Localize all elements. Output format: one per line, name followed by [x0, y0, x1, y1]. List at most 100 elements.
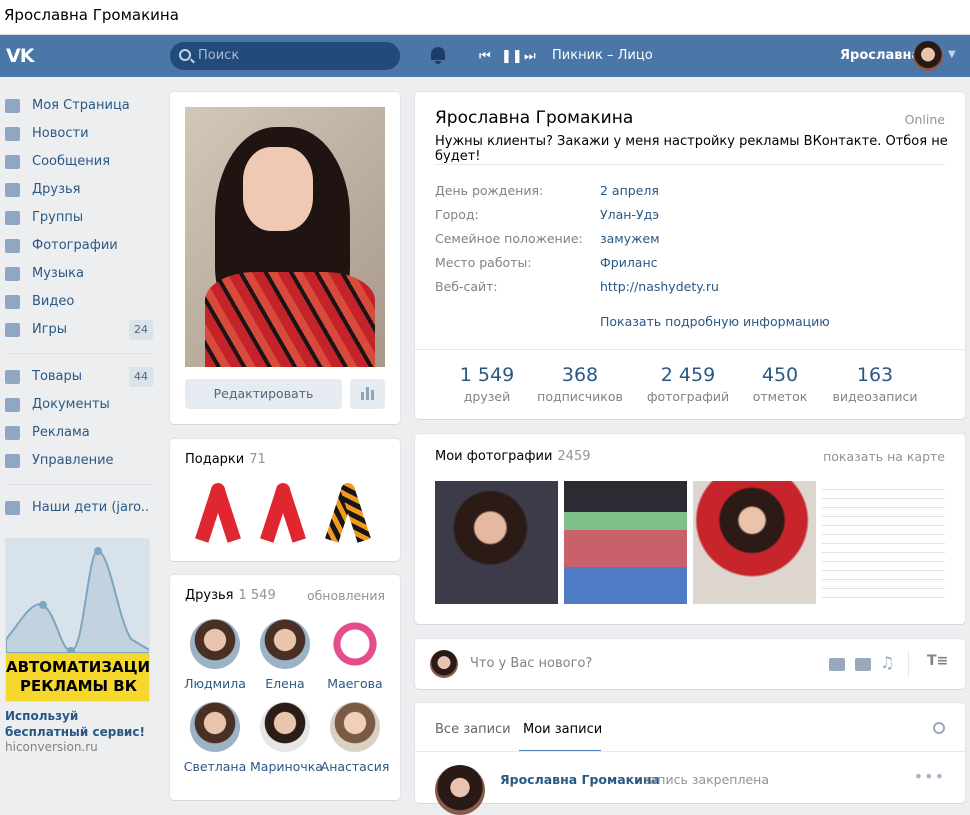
friends-card: Друзья 1 549 обновления Людмила Елена Мае…	[170, 575, 400, 800]
photos-count: 2459	[557, 449, 591, 464]
photo-thumbnail[interactable]	[564, 481, 687, 604]
friend-name: Елена	[265, 676, 305, 691]
info-key: День рождения:	[435, 183, 544, 198]
messages-icon	[5, 155, 20, 169]
search-input[interactable]: Поиск	[170, 42, 400, 70]
sidebar-item-ads[interactable]: Реклама	[5, 419, 155, 447]
divider	[415, 751, 965, 752]
photos-card: Мои фотографии 2459 показать на карте	[415, 434, 965, 624]
bell-icon[interactable]	[430, 47, 446, 65]
info-value[interactable]: http://nashydety.ru	[600, 279, 719, 294]
counter-followers[interactable]: 368 подписчиков	[530, 364, 630, 404]
info-key: Место работы:	[435, 255, 532, 270]
counter-tags[interactable]: 450 отметок	[730, 364, 830, 404]
sidebar-divider	[5, 353, 155, 354]
search-icon[interactable]	[933, 722, 945, 734]
friend-item[interactable]: Мариночка	[250, 702, 323, 774]
composer-input[interactable]: Что у Вас нового?	[470, 656, 592, 671]
counter-label: друзей	[463, 389, 511, 404]
profile-info-card: Ярославна Громакина Online Нужны клиенты…	[415, 92, 965, 419]
user-name[interactable]: Ярославна	[840, 48, 920, 63]
photo-thumbnail[interactable]	[693, 481, 816, 604]
avatar	[260, 619, 310, 669]
friends-updates-link[interactable]: обновления	[307, 588, 385, 603]
sidebar-item-market[interactable]: Товары 44	[5, 363, 155, 391]
sidebar-item-community[interactable]: Наши дети (jaro..	[5, 494, 155, 522]
text-format-icon[interactable]: T≡	[927, 653, 948, 669]
show-more-info-link[interactable]: Показать подробную информацию	[600, 314, 830, 329]
sidebar-item-documents[interactable]: Документы	[5, 391, 155, 419]
divider	[908, 651, 909, 677]
friend-item[interactable]: Елена	[250, 619, 320, 691]
counter-videos[interactable]: 163 видеозаписи	[825, 364, 925, 404]
ad-caption[interactable]: Используй бесплатный сервис!	[5, 708, 155, 740]
previous-track-icon[interactable]: ⏮	[479, 49, 491, 64]
friend-name: Светлана	[183, 759, 247, 774]
sidebar-item-music[interactable]: Музыка	[5, 260, 155, 288]
profile-photo[interactable]	[185, 107, 385, 367]
profile-status[interactable]: Нужны клиенты? Закажи у меня настройку р…	[435, 134, 965, 164]
gifts-header[interactable]: Подарки 71	[185, 452, 266, 467]
ad-banner[interactable]: АВТОМАТИЗАЦИЯ РЕКЛАМЫ ВК	[5, 538, 150, 702]
camera-icon[interactable]	[829, 658, 845, 671]
sidebar-item-news[interactable]: Новости	[5, 120, 155, 148]
info-value[interactable]: 2 апреля	[600, 183, 659, 198]
friends-header[interactable]: Друзья 1 549	[185, 588, 276, 603]
photo-thumbnail[interactable]	[435, 481, 558, 604]
tab-all-posts[interactable]: Все записи	[435, 722, 511, 737]
info-value[interactable]: Фриланс	[600, 255, 658, 270]
music-icon[interactable]: ♫	[880, 653, 894, 672]
counter-value: 1 549	[459, 364, 515, 386]
photos-header[interactable]: Мои фотографии 2459	[435, 449, 591, 464]
info-value[interactable]: Улан-Удэ	[600, 207, 659, 222]
groups-icon	[5, 501, 20, 515]
profile-name: Ярославна Громакина	[435, 108, 634, 128]
st-george-ribbon-gift-icon[interactable]	[328, 482, 368, 542]
now-playing-track[interactable]: Пикник – Лицо	[552, 48, 653, 63]
friend-item[interactable]: Людмила	[180, 619, 250, 691]
red-ribbon-gift-icon[interactable]	[198, 482, 238, 542]
avatar[interactable]	[435, 765, 485, 815]
friend-item[interactable]: Анастасия	[320, 702, 390, 774]
counter-friends[interactable]: 1 549 друзей	[437, 364, 537, 404]
tab-my-posts[interactable]: Мои записи	[523, 722, 602, 737]
post-author[interactable]: Ярославна Громакина	[500, 772, 660, 787]
more-options-icon[interactable]: •••	[914, 767, 945, 786]
bag-icon	[5, 370, 20, 384]
chevron-down-icon[interactable]: ▼	[948, 49, 956, 60]
megaphone-icon	[5, 426, 20, 440]
next-track-icon[interactable]: ⏭	[524, 49, 536, 64]
vk-logo[interactable]: VK	[6, 45, 40, 67]
avatar	[430, 650, 458, 678]
sidebar-item-games[interactable]: Игры 24	[5, 316, 155, 344]
info-value[interactable]: замужем	[600, 231, 660, 246]
sidebar-item-groups[interactable]: Группы	[5, 204, 155, 232]
sidebar-item-friends[interactable]: Друзья	[5, 176, 155, 204]
sidebar-item-my-page[interactable]: Моя Страница	[5, 92, 155, 120]
ad-url[interactable]: hiconversion.ru	[5, 740, 98, 754]
friend-item[interactable]: Светлана	[180, 702, 250, 774]
sidebar-item-label: Музыка	[32, 266, 84, 281]
gifts-title: Подарки	[185, 452, 245, 467]
show-on-map-link[interactable]: показать на карте	[823, 449, 945, 464]
window-title-bar: Ярославна Громакина	[0, 0, 970, 35]
music-icon	[5, 267, 20, 281]
photo-thumbnail[interactable]	[822, 481, 945, 604]
edit-profile-button[interactable]: Редактировать	[185, 379, 342, 409]
market-count-badge: 44	[129, 367, 153, 387]
stats-icon[interactable]	[350, 379, 385, 409]
sidebar-item-messages[interactable]: Сообщения	[5, 148, 155, 176]
video-icon[interactable]	[855, 658, 871, 671]
avatar[interactable]	[913, 41, 943, 71]
profile-photo-card: Редактировать	[170, 92, 400, 424]
sidebar-item-management[interactable]: Управление	[5, 447, 155, 475]
sidebar-item-video[interactable]: Видео	[5, 288, 155, 316]
friends-title: Друзья	[185, 588, 234, 603]
counter-value: 368	[561, 364, 599, 386]
sidebar-item-photos[interactable]: Фотографии	[5, 232, 155, 260]
counter-photos[interactable]: 2 459 фотографий	[638, 364, 738, 404]
camera-icon	[5, 239, 20, 253]
friend-item[interactable]: Маегова	[320, 619, 390, 691]
red-ribbon-gift-icon[interactable]	[263, 482, 303, 542]
pause-icon[interactable]: ❚❚	[501, 49, 523, 64]
